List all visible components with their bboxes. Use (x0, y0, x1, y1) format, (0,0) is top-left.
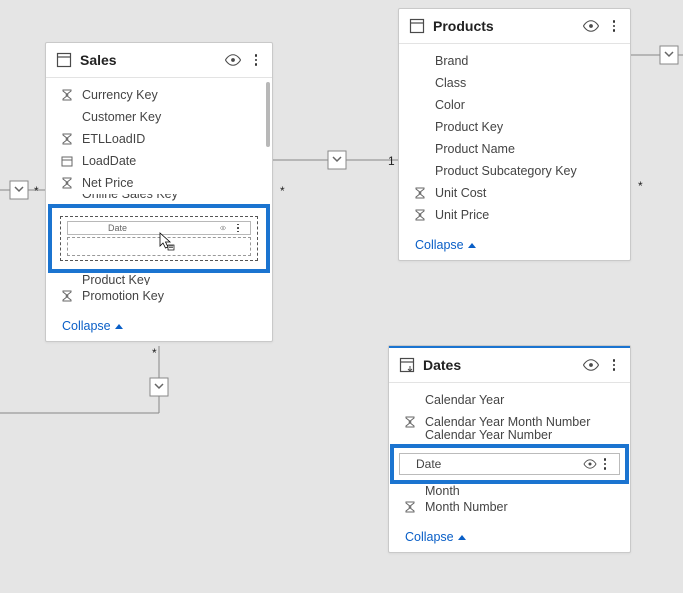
table-fields-products: Brand Class Color Product Key Product Na… (399, 44, 630, 232)
more-options-icon[interactable] (599, 458, 611, 470)
blank-icon (60, 110, 74, 124)
chevron-up-icon (458, 535, 466, 540)
blank-icon (413, 164, 427, 178)
table-row-truncated: Month (397, 484, 622, 496)
visibility-icon[interactable] (582, 356, 600, 374)
table-fields-sales: Currency Key Customer Key ETLLoadID Load… (46, 78, 272, 313)
chevron-up-icon (468, 243, 476, 248)
sigma-icon (60, 88, 74, 102)
table-fields-dates: Calendar Year Calendar Year Month Number… (389, 383, 630, 524)
blank-icon (413, 98, 427, 112)
table-row[interactable]: Unit Cost (407, 182, 622, 204)
table-card-products[interactable]: Products Brand Class Color Product Key P… (398, 8, 631, 261)
table-row[interactable]: Customer Key (54, 106, 264, 128)
calendar-icon (60, 154, 74, 168)
table-header-products[interactable]: Products (399, 9, 630, 44)
table-header-dates[interactable]: Dates (389, 346, 630, 383)
collapse-button[interactable]: Collapse (46, 313, 272, 341)
sigma-icon (60, 132, 74, 146)
table-row-truncated: Online Sales Key (54, 194, 264, 204)
selected-field-highlight[interactable]: Date (390, 444, 629, 484)
table-icon (409, 18, 425, 34)
blank-icon (413, 54, 427, 68)
visibility-icon[interactable] (582, 17, 600, 35)
table-title: Dates (423, 357, 461, 373)
collapse-button[interactable]: Collapse (399, 232, 630, 260)
table-row[interactable]: Calendar Year (397, 389, 622, 411)
table-row[interactable]: Product Key (407, 116, 622, 138)
drop-placeholder-row (67, 237, 251, 256)
table-row[interactable]: Unit Price (407, 204, 622, 226)
table-row[interactable]: Brand (407, 50, 622, 72)
sigma-icon (60, 289, 74, 303)
drop-target-dashed[interactable]: Date (60, 216, 258, 261)
table-row[interactable]: Currency Key (54, 84, 264, 106)
table-title: Sales (80, 52, 117, 68)
blank-icon (403, 393, 417, 407)
visibility-icon[interactable] (224, 51, 242, 69)
sigma-icon (413, 186, 427, 200)
table-header-sales[interactable]: Sales (46, 43, 272, 78)
more-options-icon[interactable] (250, 54, 262, 66)
selected-field-row[interactable]: Date (399, 453, 620, 475)
table-row[interactable]: Product Subcategory Key (407, 160, 622, 182)
sigma-icon (403, 500, 417, 514)
collapse-button[interactable]: Collapse (389, 524, 630, 552)
table-row[interactable]: Class (407, 72, 622, 94)
blank-icon (413, 142, 427, 156)
table-row[interactable]: Color (407, 94, 622, 116)
table-row-truncated: Product Key (54, 273, 264, 285)
date-table-icon (399, 357, 415, 373)
table-card-dates[interactable]: Dates Calendar Year Calendar Year Month … (388, 345, 631, 553)
visibility-icon[interactable] (583, 457, 597, 471)
table-card-sales[interactable]: Sales Currency Key Customer Key ETLLoadI… (45, 42, 273, 342)
table-row[interactable]: LoadDate (54, 150, 264, 172)
table-title: Products (433, 18, 494, 34)
visibility-icon (218, 223, 228, 233)
cardinality-one: 1 (388, 154, 395, 168)
table-icon (56, 52, 72, 68)
table-row[interactable]: Net Price (54, 172, 264, 194)
sigma-icon (403, 415, 417, 429)
table-row-truncated: Calendar Year Number (397, 428, 622, 439)
more-options-icon (232, 224, 244, 233)
more-options-icon[interactable] (608, 359, 620, 371)
table-row[interactable]: Promotion Key (54, 285, 264, 307)
blank-icon (413, 120, 427, 134)
table-row[interactable]: Month Number (397, 496, 622, 518)
table-row[interactable]: ETLLoadID (54, 128, 264, 150)
chevron-up-icon (115, 324, 123, 329)
drag-ghost-field[interactable]: Date (67, 221, 251, 235)
drop-target-highlight[interactable]: Date (48, 204, 270, 273)
scrollbar-thumb[interactable] (266, 82, 270, 147)
more-options-icon[interactable] (608, 20, 620, 32)
cardinality-many: * (34, 184, 39, 198)
blank-icon (413, 76, 427, 90)
cardinality-many: * (638, 179, 643, 193)
cardinality-many: * (280, 184, 285, 198)
sigma-icon (60, 176, 74, 190)
table-row[interactable]: Product Name (407, 138, 622, 160)
sigma-icon (413, 208, 427, 222)
cardinality-many: * (152, 346, 157, 360)
